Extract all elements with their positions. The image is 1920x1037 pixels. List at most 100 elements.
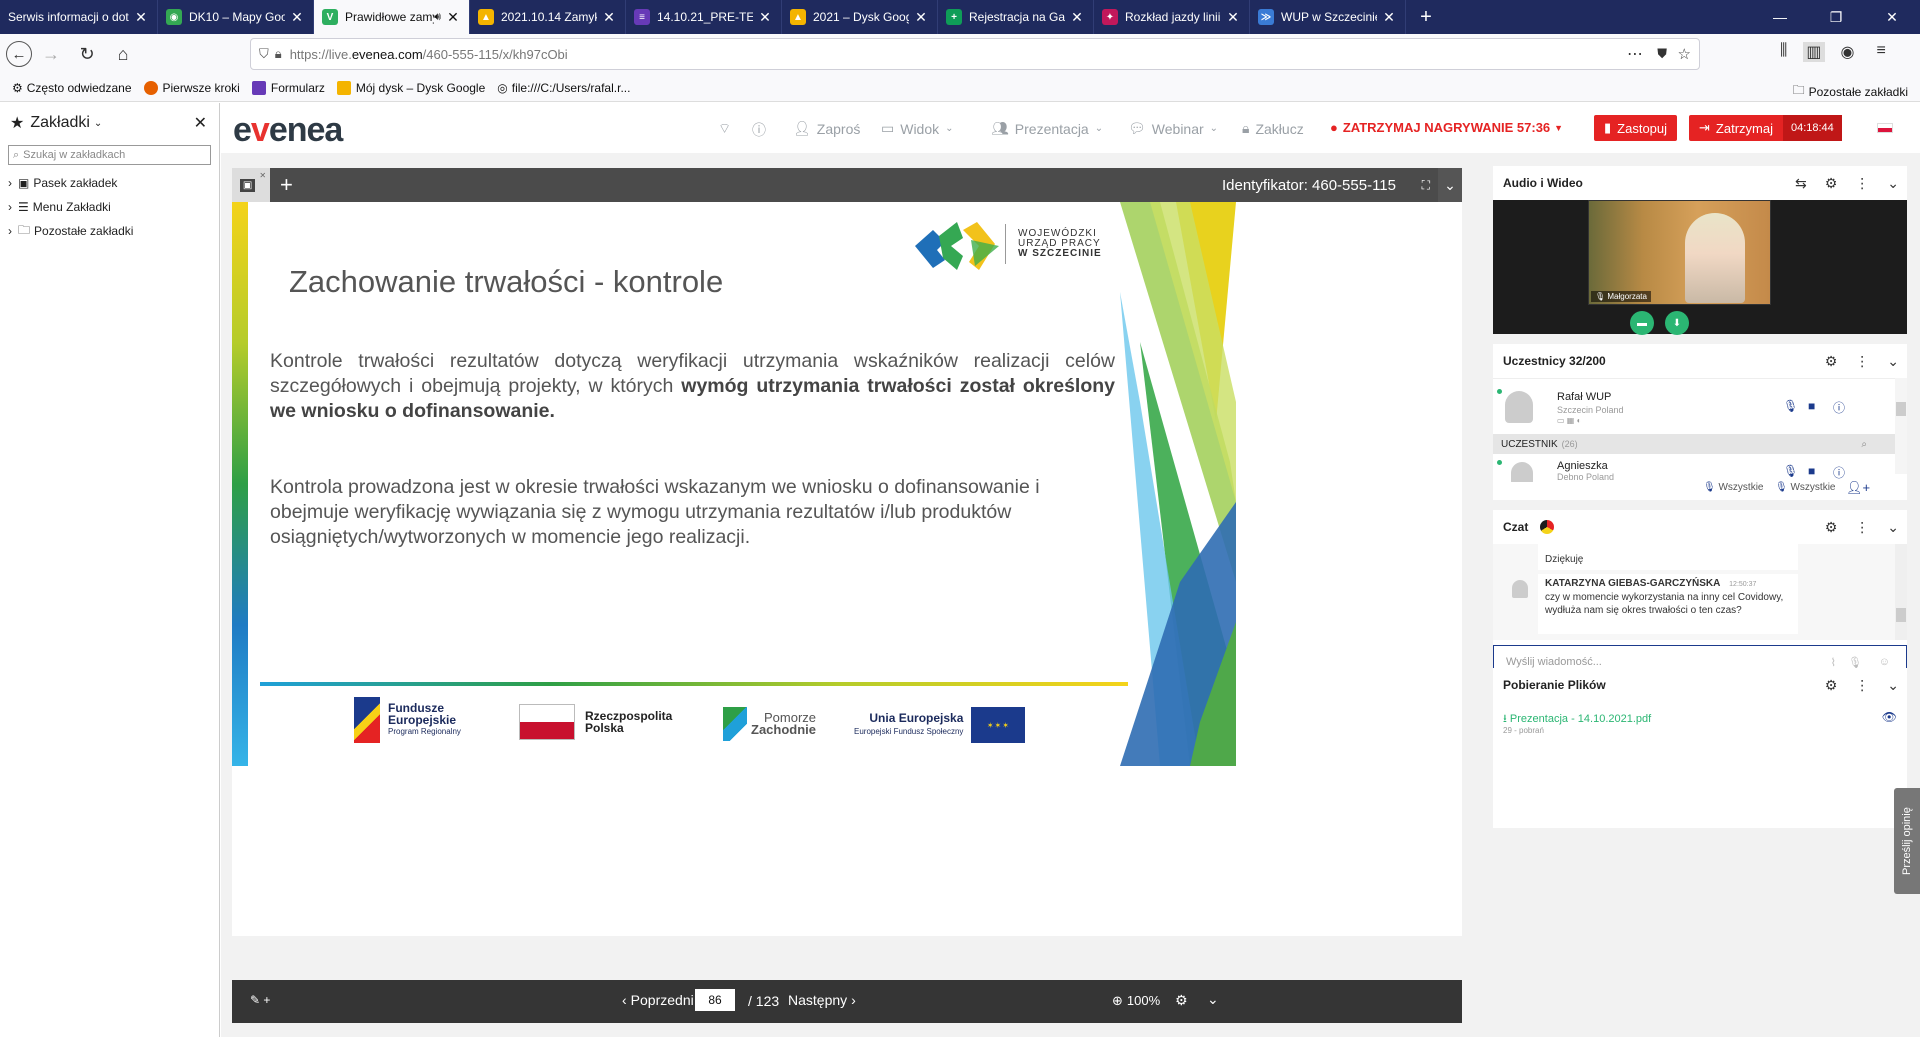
stop-button[interactable]: ⇥ Zatrzymaj 04:18:44 — [1689, 115, 1842, 141]
back-icon[interactable]: ← — [6, 41, 32, 67]
browser-tab[interactable]: V Prawidłowe zamykanie🔊︎ ✕ — [314, 0, 470, 34]
participants-scrollbar[interactable] — [1895, 378, 1907, 474]
settings-icon[interactable]: ⚙ — [1175, 992, 1188, 1009]
more-icon[interactable]: ⋮ — [1855, 677, 1869, 694]
sidebar-item-menu[interactable]: › ☰ Menu Zakładki — [0, 195, 219, 219]
pencil-icon[interactable]: ✎ + — [250, 993, 270, 1007]
mute-all-button[interactable]: 🎙︎ Wszystkie — [1703, 482, 1763, 493]
speaker-video[interactable]: 🎙︎ Małgorzata — [1588, 200, 1771, 305]
emoji-icon[interactable]: ☺ — [1879, 656, 1890, 668]
camera-icon[interactable]: ■ — [1808, 399, 1815, 413]
reload-icon[interactable]: ↻ — [70, 38, 104, 70]
gear-icon[interactable]: ⚙ — [1825, 353, 1838, 370]
close-tab-icon[interactable]: ✕ — [913, 9, 929, 26]
feedback-button[interactable]: Prześlij opinię — [1894, 788, 1920, 894]
more-icon[interactable]: ⋮ — [1855, 353, 1869, 370]
sidebar-item-other[interactable]: › 🗀 Pozostałe zakładki — [0, 219, 219, 243]
browser-tab[interactable]: Serwis informacji o dotacjach ✕ — [0, 0, 158, 34]
browser-tab[interactable]: ▲ 2021.10.14 Zamykanie pr ✕ — [470, 0, 626, 34]
close-tab-icon[interactable]: ✕ — [757, 9, 773, 26]
close-tab-icon[interactable]: ✕ — [289, 9, 305, 26]
maximize-button[interactable]: ❐ — [1808, 0, 1864, 34]
document-tab[interactable]: ▣ ✕ — [232, 168, 270, 202]
browser-tab[interactable]: ▲ 2021 – Dysk Google ✕ — [782, 0, 938, 34]
url-bar[interactable]: ⛉ 🔒︎ https://live.evenea.com/460-555-115… — [250, 38, 1700, 70]
info-icon[interactable]: ⓘ — [1833, 464, 1845, 481]
chevron-down-icon[interactable]: ⌄ — [1887, 519, 1899, 536]
participant-group-header[interactable]: UCZESTNIK (26) ⌕ — [1493, 434, 1907, 454]
search-icon[interactable]: ⌕ — [1861, 439, 1867, 450]
new-tab-button[interactable]: + — [1406, 0, 1446, 34]
browser-tab[interactable]: + Rejestracja na Galę "Zach ✕ — [938, 0, 1094, 34]
close-tab-icon[interactable]: ✕ — [1069, 9, 1085, 26]
close-window-button[interactable]: ✕ — [1864, 0, 1920, 34]
microphone-icon[interactable]: 🎙︎ — [1848, 656, 1862, 669]
bookmark-other[interactable]: 🗀 Pozostałe zakładki — [1793, 81, 1908, 102]
eye-icon[interactable]: 👁︎ — [1882, 710, 1897, 724]
previous-page-button[interactable]: ‹ Poprzedni — [622, 992, 694, 1008]
close-icon[interactable]: ✕ — [194, 113, 207, 133]
browser-tab[interactable]: ≫ WUP w Szczecinie ✕ — [1250, 0, 1406, 34]
mic-toggle-button[interactable]: ⬇ — [1665, 311, 1689, 335]
chevron-down-icon[interactable]: ⌄ — [1207, 991, 1219, 1008]
microphone-icon[interactable]: 🎙︎ — [1783, 399, 1798, 413]
camera-toggle-button[interactable]: ▬ — [1630, 311, 1654, 335]
more-icon[interactable]: ⋮ — [1855, 519, 1869, 536]
more-icon[interactable]: ⋮ — [1855, 175, 1869, 192]
participant-row[interactable]: Agnieszka Debno Poland 🎙︎ ■ ⓘ — [1493, 454, 1907, 482]
swap-icon[interactable]: ⇆ — [1795, 175, 1807, 192]
sidebar-item-toolbar[interactable]: › ▣ Pasek zakładek — [0, 171, 219, 195]
browser-tab[interactable]: ✦ Rozkład jazdy linii 7 z prz ✕ — [1094, 0, 1250, 34]
bookmark-search-input[interactable]: ⌕ Szukaj w zakładkach — [8, 145, 211, 165]
lock-icon[interactable]: 🔒︎ — [275, 46, 282, 62]
page-number-input[interactable]: 86 — [695, 989, 735, 1011]
next-page-button[interactable]: Następny › — [788, 992, 856, 1008]
speaker-icon[interactable]: 🔊︎ — [434, 11, 441, 24]
forward-icon[interactable]: → — [34, 38, 68, 70]
camera-icon[interactable]: ■ — [1808, 464, 1815, 478]
chevron-down-icon[interactable]: ⌄ — [1887, 175, 1899, 192]
library-icon[interactable]: ⫼ — [1780, 42, 1787, 62]
add-document-button[interactable]: + — [280, 172, 293, 198]
browser-tab[interactable]: ◉ DK10 – Mapy Google ✕ — [158, 0, 314, 34]
bookmark-first-steps[interactable]: Pierwsze kroki — [143, 80, 240, 95]
close-tab-icon[interactable]: ✕ — [1225, 9, 1241, 26]
info-icon[interactable]: ⓘ — [1833, 399, 1845, 416]
bookmark-file[interactable]: ◎ file:///C:/Users/rafal.r... — [497, 81, 630, 95]
close-tab-icon[interactable]: ✕ — [445, 9, 461, 26]
sidebar-header[interactable]: ★ Zakładki ⌄ ✕ — [0, 103, 219, 143]
presentation-menu[interactable]: 👥︎ Prezentacja ⌄ — [991, 120, 1103, 137]
chat-scrollbar[interactable] — [1895, 544, 1907, 640]
pocket-icon[interactable]: ⛊ — [1657, 46, 1667, 62]
add-user-icon[interactable]: 👤︎+ — [1846, 480, 1870, 496]
home-icon[interactable]: ⌂ — [106, 38, 140, 70]
gear-icon[interactable]: ⚙ — [1825, 519, 1838, 536]
microphone-icon[interactable]: 🎙︎ — [1783, 464, 1798, 478]
chevron-down-icon[interactable]: ⌄ — [1887, 353, 1899, 370]
close-session-button[interactable]: 🔒︎ Zakłucz — [1242, 120, 1304, 137]
participant-row-host[interactable]: Rafał WUP Szczecin Poland ▭ ▦ ◐ 🎙︎ ■ ⓘ — [1493, 378, 1907, 434]
attachment-icon[interactable]: ⌇ — [1831, 656, 1836, 669]
fullscreen-icon[interactable]: ⛶ — [1422, 178, 1430, 193]
close-icon[interactable]: ✕ — [259, 171, 266, 180]
zoom-control[interactable]: ⊕ 100% — [1112, 993, 1160, 1009]
star-icon[interactable]: ☆ — [1678, 45, 1691, 63]
invite-button[interactable]: 👤︎ Zaproś — [793, 120, 860, 137]
menu-icon[interactable]: ≡ — [1876, 42, 1885, 62]
close-tab-icon[interactable]: ✕ — [1381, 9, 1397, 26]
gear-icon[interactable]: ⚙ — [1825, 677, 1838, 694]
chevron-down-icon[interactable]: ⌄ — [1887, 677, 1899, 694]
view-menu[interactable]: ▭ Widok ⌄ — [881, 120, 954, 137]
url-text[interactable]: https://live.evenea.com/460-555-115/x/kh… — [290, 47, 568, 62]
gear-icon[interactable]: ⚙ — [1825, 175, 1838, 192]
bookmark-drive[interactable]: Mój dysk – Dysk Google — [336, 80, 485, 95]
sidebar-toggle-icon[interactable]: ▥ — [1803, 42, 1825, 62]
unmute-all-button[interactable]: 🎙︎ Wszystkie — [1775, 482, 1835, 493]
close-tab-icon[interactable]: ✕ — [601, 9, 617, 26]
page-actions-icon[interactable]: ⋯ — [1627, 44, 1643, 64]
info-icon[interactable]: ⓘ — [752, 120, 766, 140]
shield-icon[interactable]: ⛉ — [259, 46, 269, 62]
bookmark-frequent[interactable]: ⚙ Często odwiedzane — [12, 81, 132, 95]
stop-recording-button[interactable]: ● ZATRZYMAJ NAGRYWANIE 57:36 ▼ — [1330, 120, 1563, 135]
account-icon[interactable]: ◉ — [1841, 42, 1855, 62]
